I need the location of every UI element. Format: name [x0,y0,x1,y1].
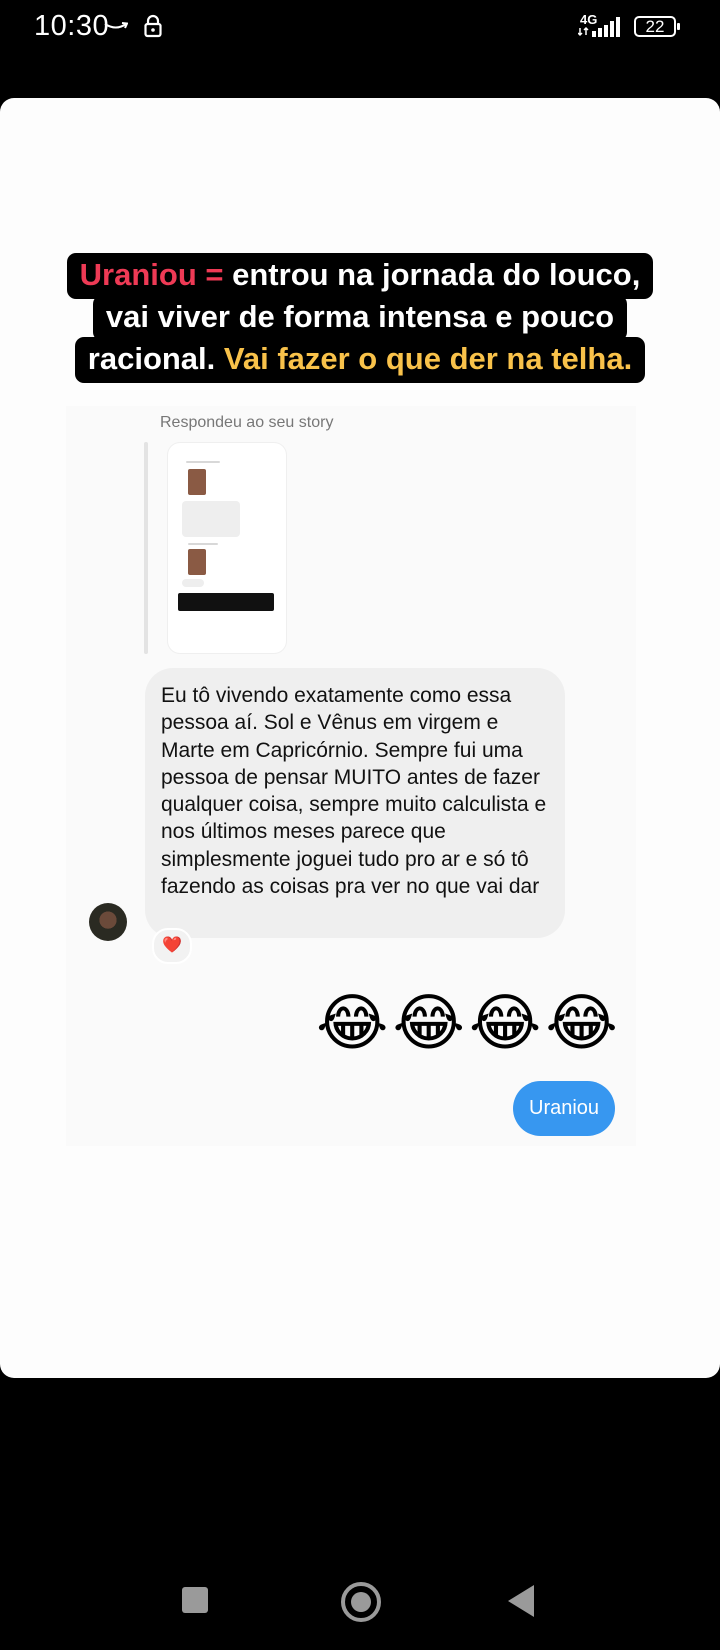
heart-reaction-icon[interactable]: ❤️ [152,928,192,964]
caption-line-2: vai viver de forma intensa e pouco [92,295,628,341]
thumb-photo [188,469,206,495]
status-bar: 10:30 4G 22 [0,0,720,56]
sent-message-bubble[interactable]: Uraniou [513,1081,616,1136]
amazon-icon [104,22,128,29]
lock-icon [144,14,162,38]
reply-quote-bar [144,442,148,654]
caption-line-3: racional. Vai fazer o que der na telha. [74,337,646,383]
clock: 10:30 [34,10,110,42]
navigation-bar [0,1560,720,1650]
story-card: Uraniou = entrou na jornada do louco, va… [0,98,720,1378]
home-icon[interactable] [341,1582,381,1622]
thumb-line [186,461,220,463]
received-message-text: Eu tô vivendo exatamente como essa pesso… [161,684,547,899]
story-caption: Uraniou = entrou na jornada do louco, va… [0,253,720,383]
story-thumbnail[interactable] [168,443,286,653]
battery-level: 22 [645,17,665,36]
thumb-photo [188,549,206,575]
thumb-bubble [182,501,240,537]
signal-icon [578,17,620,37]
recents-icon[interactable] [182,1587,208,1613]
back-icon[interactable] [508,1585,534,1617]
caption-line-1: Uraniou = entrou na jornada do louco, [66,253,654,299]
thumb-bubble [182,579,204,587]
thumb-line [188,543,218,545]
replied-to-story-label: Respondeu ao seu story [160,414,334,431]
received-message-bubble[interactable]: Eu tô vivendo exatamente como essa pesso… [145,668,565,938]
avatar[interactable] [89,903,127,941]
emoji-message[interactable]: 😂😂😂😂 [316,988,622,1060]
thumb-caption [178,593,274,611]
battery-icon: 22 [634,16,680,37]
